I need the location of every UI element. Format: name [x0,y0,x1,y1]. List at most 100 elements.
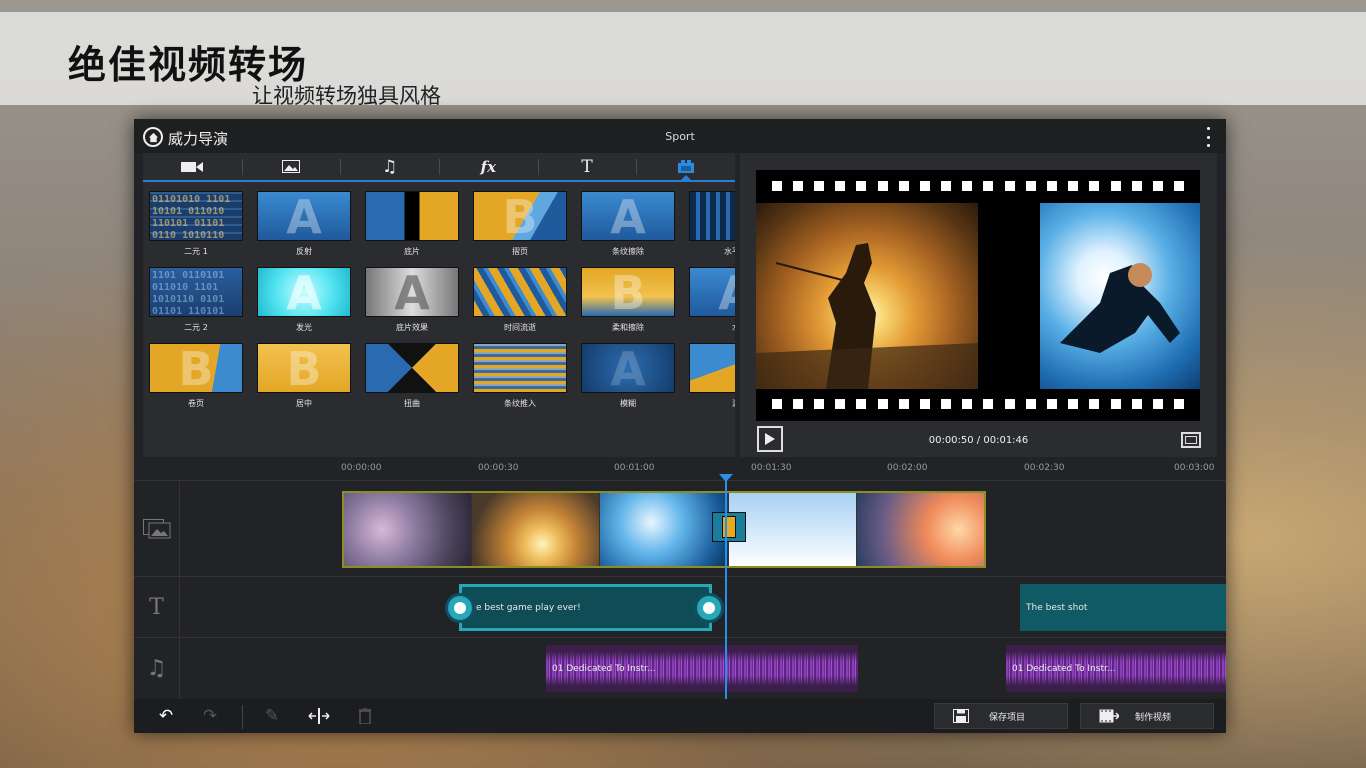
image-icon [282,160,300,173]
transition-tile[interactable]: 扭曲 [365,343,459,413]
tab-transition[interactable] [636,153,735,180]
project-name: Sport [665,130,695,143]
tick-label: 00:01:30 [751,463,792,473]
transition-tile[interactable]: 底片 [365,191,459,261]
tile-label: 摺页 [512,247,528,256]
text-track-icon: T [134,577,180,638]
audio-clip[interactable]: 01 Dedicated To Instr... [546,645,858,692]
tab-image[interactable] [241,153,341,180]
transition-tile[interactable]: B 摺页 [473,191,567,261]
text-clip[interactable]: The best shot [1020,584,1226,631]
clip-thumbnail [728,493,857,566]
binary-thumb: 01101010 1101 10101 011010 110101 01101 011… [149,191,243,241]
save-icon [953,709,969,723]
tile-label: 水 [689,322,735,333]
video-camera-icon [181,161,204,172]
produce-video-label: 制作视频 [1135,712,1172,723]
music-note-icon: ♫ [382,156,398,177]
tab-text[interactable]: T [537,153,637,180]
more-menu-icon[interactable] [1204,127,1212,147]
tick-label: 00:02:30 [1024,463,1065,473]
transition-tile[interactable]: 01101010 1101 10101 011010 110101 01101 011… [149,191,243,261]
video-track-header [134,481,180,577]
transition-tile[interactable]: A 反射 [257,191,351,261]
time-ruler[interactable]: 00:00:00 00:00:30 00:01:00 00:01:30 00:0… [134,462,1226,481]
time-lapse-thumb [473,267,567,317]
negative-thumb: A [365,267,459,317]
music-note-icon: ♫ [134,638,180,699]
tile-label: 反射 [296,247,312,256]
split-icon[interactable] [308,706,330,726]
audio-clip-label: 01 Dedicated To Instr... [552,664,656,674]
transition-marker[interactable] [712,512,746,542]
stripe-push-thumb [473,343,567,393]
tick-label: 00:01:00 [614,463,655,473]
trim-handle-left[interactable] [445,593,475,623]
transition-tile[interactable]: 漩 [689,343,735,413]
transition-tile[interactable]: B 卷页 [149,343,243,413]
tile-label: 水平滑 [724,247,735,256]
tile-label: 二元 2 [184,323,208,332]
preview-frame [756,170,1200,421]
delete-icon[interactable] [354,706,376,726]
playback-time: 00:00:50 / 00:01:46 [928,435,1029,446]
transition-icon [677,160,694,173]
tile-label: 扭曲 [404,399,420,408]
transition-tile[interactable]: B 柔和擦除 [581,267,675,337]
tick-label: 00:03:00 [1174,463,1215,473]
transition-tile[interactable]: A 水 [689,267,735,337]
app-window: 威力导演 Sport ♫ fx T 01101010 1101 10101 011… [134,119,1226,733]
top-bar: 威力导演 Sport [134,119,1226,153]
tab-fx[interactable]: fx [439,153,538,180]
tab-music[interactable]: ♫ [340,153,439,180]
redo-icon[interactable]: ↷ [199,706,221,726]
produce-video-icon [1099,709,1119,723]
film-holes-top [756,181,1200,193]
transition-tile[interactable]: A 底片效果 [365,267,459,337]
film-holes-bottom [756,399,1200,411]
tick-label: 00:00:30 [478,463,519,473]
clip-thumbnail [344,493,473,566]
binary-thumb: 1101 0110101 011010 1101 1010110 0101 01101… [149,267,243,317]
transition-tile[interactable]: A 条纹擦除 [581,191,675,261]
text-clip-selected[interactable]: e best game play ever! [459,584,712,631]
tile-label: 模糊 [620,399,636,408]
video-clip[interactable] [342,491,986,568]
preview-image-fisherman [756,203,978,389]
save-project-label: 保存项目 [989,712,1026,723]
transition-tile[interactable]: A 模糊 [581,343,675,413]
fold-thumb: B [473,191,567,241]
water-thumb: A [689,267,735,317]
transition-tile[interactable]: 1101 0110101 011010 1101 1010110 0101 01101… [149,267,243,337]
audio-clip[interactable]: 01 Dedicated To Instr... [1006,645,1226,692]
transition-tile[interactable]: 时间流逝 [473,267,567,337]
edit-pencil-icon[interactable]: ✎ [261,706,283,726]
stripe-wipe-thumb: A [581,191,675,241]
film-thumb [365,191,459,241]
playhead[interactable] [725,477,727,699]
undo-icon[interactable]: ↶ [155,706,177,726]
tile-label: 底片 [404,247,420,256]
trim-handle-right[interactable] [694,593,724,623]
tile-label: 条纹推入 [504,399,536,408]
transition-tile[interactable]: 水平滑 [689,191,735,261]
tick-label: 00:02:00 [887,463,928,473]
twist-thumb [365,343,459,393]
transition-tile[interactable]: B 居中 [257,343,351,413]
reflect-thumb: A [257,191,351,241]
center-thumb: B [257,343,351,393]
library-tabs: ♫ fx T [143,153,735,182]
tile-label: 发光 [296,323,312,332]
tile-label: 柔和擦除 [612,323,644,332]
blur-thumb: A [581,343,675,393]
soft-wipe-thumb: B [581,267,675,317]
fx-icon: fx [480,157,497,176]
toolbar-divider [242,705,243,729]
produce-video-button[interactable]: 制作视频 [1080,703,1214,729]
fullscreen-icon[interactable] [1181,432,1201,448]
transition-tile[interactable]: A 发光 [257,267,351,337]
timeline: 00:00:00 00:00:30 00:01:00 00:01:30 00:0… [134,462,1226,699]
transition-tile[interactable]: 条纹推入 [473,343,567,413]
tab-video[interactable] [143,153,242,180]
save-project-button[interactable]: 保存项目 [934,703,1068,729]
